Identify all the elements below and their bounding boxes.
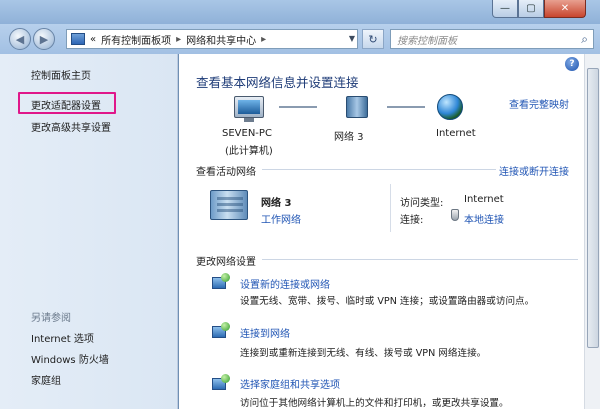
address-dropdown-icon[interactable]: ▼ xyxy=(349,34,355,43)
connect-disconnect-link[interactable]: 连接或断开连接 xyxy=(499,163,569,178)
refresh-button[interactable]: ↻ xyxy=(362,29,384,49)
window-controls: — ▢ ✕ xyxy=(492,0,586,18)
active-networks-heading: 查看活动网络 xyxy=(196,167,256,178)
change-settings-heading: 更改网络设置 xyxy=(196,257,256,268)
access-type-label: 访问类型: xyxy=(400,198,444,209)
connect-network-link[interactable]: 连接到网络 xyxy=(240,325,290,340)
homegroup-sharing-desc: 访问位于其他网络计算机上的文件和打印机，或更改共享设置。 xyxy=(240,398,509,409)
back-button[interactable]: ◀ xyxy=(9,28,31,50)
maximize-button[interactable]: ▢ xyxy=(518,0,544,18)
setup-connection-icon xyxy=(212,273,234,293)
control-panel-icon xyxy=(71,33,85,45)
sidebar-item-control-panel-home[interactable]: 控制面板主页 xyxy=(31,67,91,82)
homegroup-icon xyxy=(212,374,234,394)
access-type-value: Internet xyxy=(464,194,504,205)
address-bar[interactable]: « 所有控制面板项 ▸ 网络和共享中心 ▸ ▼ xyxy=(66,29,358,49)
scrollbar-thumb[interactable] xyxy=(587,68,599,348)
setup-connection-desc: 设置无线、宽带、拨号、临时或 VPN 连接；或设置路由器或访问点。 xyxy=(240,296,535,307)
computer-subtitle: (此计算机) xyxy=(225,146,273,157)
view-full-map-link[interactable]: 查看完整映射 xyxy=(509,96,569,111)
breadcrumb-arrow-icon[interactable]: ▸ xyxy=(176,34,181,45)
column-divider xyxy=(390,184,391,232)
see-also-internet-options[interactable]: Internet 选项 xyxy=(31,330,94,345)
search-placeholder: 搜索控制面板 xyxy=(397,35,457,47)
forward-button[interactable]: ▶ xyxy=(33,28,55,50)
active-network-name: 网络 3 xyxy=(261,198,292,209)
close-button[interactable]: ✕ xyxy=(544,0,586,18)
minimize-button[interactable]: — xyxy=(492,0,518,18)
network-type-link[interactable]: 工作网络 xyxy=(261,211,301,226)
title-bar: — ▢ ✕ xyxy=(0,0,600,24)
ethernet-plug-icon xyxy=(451,209,459,221)
sidebar-item-change-advanced-sharing[interactable]: 更改高级共享设置 xyxy=(31,119,111,134)
see-also-heading: 另请参阅 xyxy=(31,313,71,324)
navigation-bar: ◀ ▶ « 所有控制面板项 ▸ 网络和共享中心 ▸ ▼ ↻ 搜索控制面板 ⌕ xyxy=(0,24,600,54)
homegroup-sharing-link[interactable]: 选择家庭组和共享选项 xyxy=(240,376,340,391)
vertical-scrollbar[interactable] xyxy=(584,54,600,409)
work-network-icon[interactable] xyxy=(210,190,248,220)
setup-connection-link[interactable]: 设置新的连接或网络 xyxy=(240,276,330,291)
section-divider xyxy=(262,259,578,260)
computer-icon xyxy=(234,96,264,122)
section-divider xyxy=(262,169,496,170)
search-input[interactable]: 搜索控制面板 ⌕ xyxy=(390,29,594,49)
local-connection-link[interactable]: 本地连接 xyxy=(464,211,504,226)
page-title: 查看基本网络信息并设置连接 xyxy=(196,75,359,90)
connections-label: 连接: xyxy=(400,215,424,226)
breadcrumb-all-control-panel-items[interactable]: 所有控制面板项 xyxy=(101,32,171,47)
search-icon[interactable]: ⌕ xyxy=(581,32,588,47)
map-internet-label: Internet xyxy=(436,128,476,139)
internet-globe-icon[interactable] xyxy=(437,94,463,120)
help-icon[interactable]: ? xyxy=(565,57,579,71)
breadcrumb-separator: « xyxy=(90,33,97,45)
map-link-line xyxy=(387,106,425,108)
breadcrumb-arrow-icon[interactable]: ▸ xyxy=(261,34,266,45)
see-also-windows-firewall[interactable]: Windows 防火墙 xyxy=(31,351,109,366)
connect-network-desc: 连接到或重新连接到无线、有线、拨号或 VPN 网络连接。 xyxy=(240,348,487,359)
connect-network-icon xyxy=(212,322,234,342)
computer-name: SEVEN-PC xyxy=(222,128,272,139)
breadcrumb-network-sharing-center[interactable]: 网络和共享中心 xyxy=(186,32,256,47)
see-also-homegroup[interactable]: 家庭组 xyxy=(31,372,61,387)
map-link-line xyxy=(279,106,317,108)
map-network-label: 网络 3 xyxy=(334,132,364,143)
network-icon[interactable] xyxy=(346,96,368,118)
sidebar-item-change-adapter-settings[interactable]: 更改适配器设置 xyxy=(31,97,101,112)
